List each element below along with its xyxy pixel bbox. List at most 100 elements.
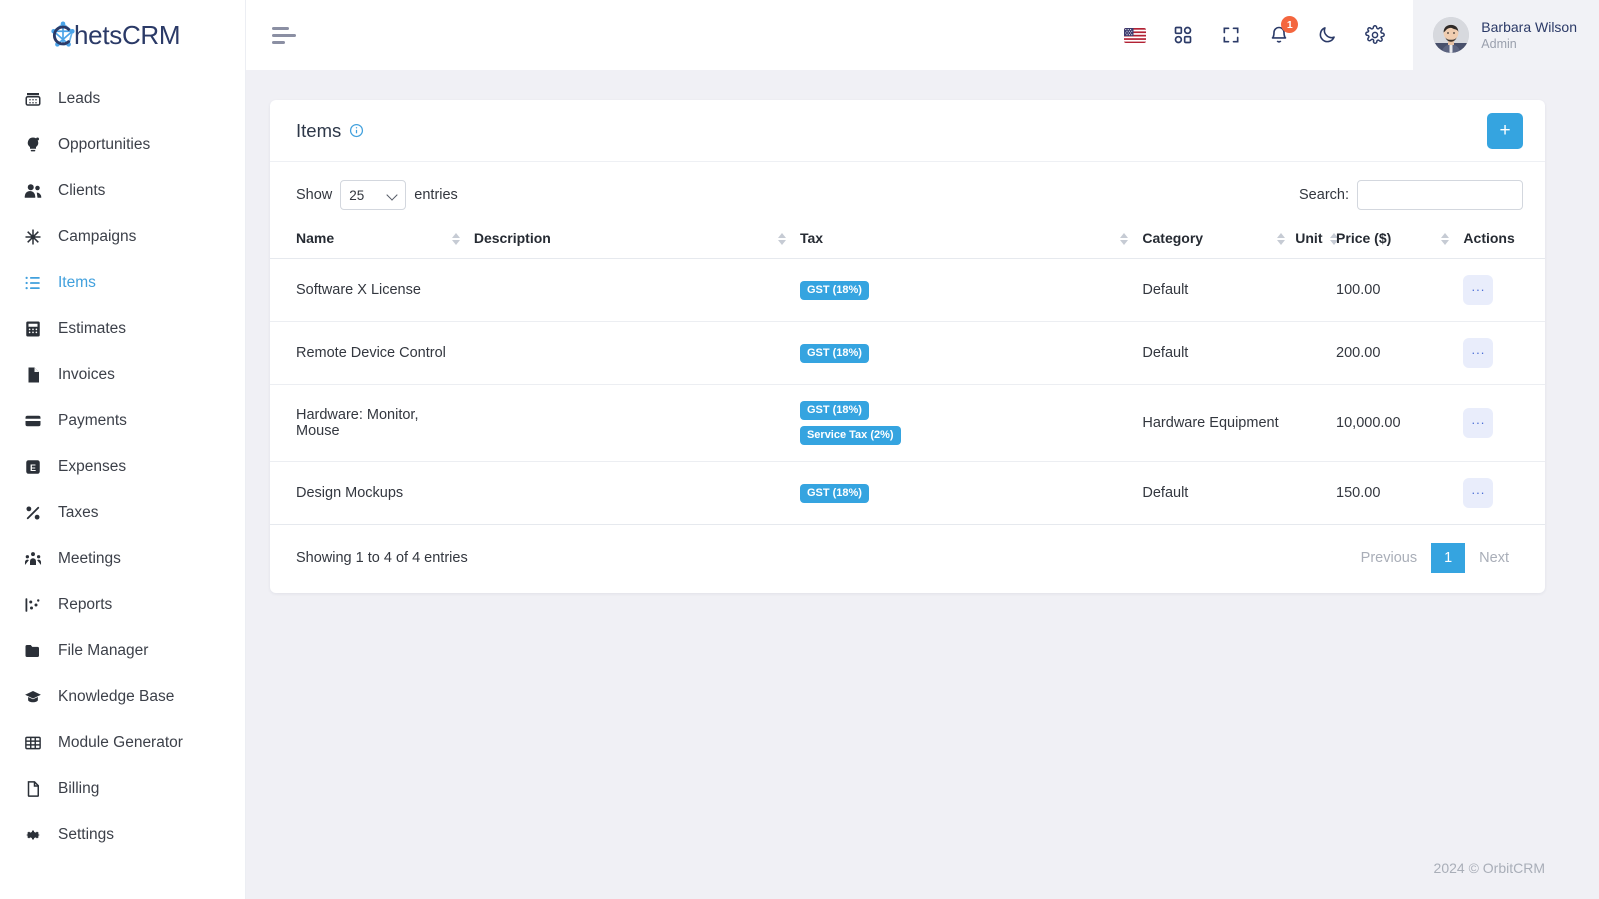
invoices-icon (24, 366, 42, 384)
sidebar-item-label: Module Generator (58, 734, 183, 751)
column-header-category[interactable]: Category (1142, 220, 1296, 259)
sidebar-item-label: Payments (58, 412, 127, 429)
cell-unit (1295, 461, 1337, 525)
cell-category: Default (1142, 461, 1296, 525)
tax-badge-group: GST (18%) Service Tax (2%) (799, 401, 1134, 445)
sidebar-nav: Leads Opportunities Clients Campaigns It… (0, 70, 245, 858)
payments-icon (24, 412, 42, 430)
sidebar-item-settings[interactable]: Settings (0, 812, 245, 858)
cell-unit (1295, 384, 1337, 462)
sidebar-item-estimates[interactable]: Estimates (0, 306, 245, 352)
svg-text:E: E (30, 463, 36, 473)
sidebar-item-label: Billing (58, 780, 100, 797)
cell-description (473, 321, 800, 385)
table-row[interactable]: Software X License GST (18%) Default 100… (270, 258, 1545, 322)
sort-toggle-price[interactable] (1441, 233, 1450, 245)
column-header-description[interactable]: Description (473, 220, 800, 259)
dark-mode-moon-icon[interactable] (1315, 23, 1339, 47)
sidebar-item-leads[interactable]: Leads (0, 76, 245, 122)
network-c-logo-icon (48, 20, 78, 50)
pagination-previous[interactable]: Previous (1347, 543, 1431, 573)
sidebar-item-invoices[interactable]: Invoices (0, 352, 245, 398)
sidebar-item-taxes[interactable]: Taxes (0, 490, 245, 536)
sidebar-item-payments[interactable]: Payments (0, 398, 245, 444)
column-header-name[interactable]: Name (270, 220, 474, 259)
tax-badge-group: GST (18%) (799, 483, 1134, 503)
entries-selector: Show 25 entries (296, 180, 458, 210)
cell-actions: ... (1463, 384, 1545, 462)
column-header-unit[interactable]: Unit (1295, 220, 1339, 259)
row-actions-button[interactable]: ... (1463, 478, 1494, 508)
sidebar-item-label: Meetings (58, 550, 121, 567)
sidebar-item-label: Expenses (58, 458, 127, 475)
items-icon (24, 274, 42, 292)
sidebar-item-meetings[interactable]: Meetings (0, 536, 245, 582)
settings-gear-icon[interactable] (1363, 23, 1387, 47)
cell-tax: GST (18%) (799, 461, 1143, 525)
sidebar-item-file-manager[interactable]: File Manager (0, 628, 245, 674)
sidebar-item-reports[interactable]: Reports (0, 582, 245, 628)
column-label: Actions (1463, 230, 1515, 246)
meetings-icon (24, 550, 42, 568)
avatar (1433, 17, 1470, 53)
cell-description (473, 258, 800, 322)
opportunities-icon (24, 136, 42, 154)
row-actions-button[interactable]: ... (1463, 338, 1494, 368)
column-header-tax[interactable]: Tax (799, 220, 1143, 259)
sidebar-item-items[interactable]: Items (0, 260, 245, 306)
expenses-icon: E (24, 458, 42, 476)
search-area: Search: (1299, 180, 1523, 210)
items-table: Name Description Tax Category Unit Price… (270, 220, 1545, 525)
row-actions-button[interactable]: ... (1463, 408, 1494, 438)
sidebar-item-billing[interactable]: Billing (0, 766, 245, 812)
sidebar-item-label: Items (58, 274, 96, 291)
sort-toggle-name[interactable] (451, 233, 460, 245)
sort-toggle-description[interactable] (777, 233, 786, 245)
cell-description (473, 461, 800, 525)
sidebar-item-campaigns[interactable]: Campaigns (0, 214, 245, 260)
sidebar-item-module-generator[interactable]: Module Generator (0, 720, 245, 766)
table-head: Name Description Tax Category Unit Price… (270, 220, 1545, 259)
topbar: 1 Barbara Wilson Admin (246, 0, 1599, 70)
column-label: Category (1142, 230, 1204, 246)
sidebar-item-knowledge-base[interactable]: Knowledge Base (0, 674, 245, 720)
page-size-select[interactable]: 25 (340, 180, 407, 210)
column-label: Tax (799, 230, 824, 246)
sidebar-item-opportunities[interactable]: Opportunities (0, 122, 245, 168)
pagination-next[interactable]: Next (1465, 543, 1523, 573)
info-circle-icon[interactable] (349, 123, 364, 138)
column-header-price[interactable]: Price ($) (1336, 220, 1464, 259)
us-flag-icon[interactable] (1123, 23, 1147, 47)
sidebar-item-expenses[interactable]: E Expenses (0, 444, 245, 490)
column-header-actions: Actions (1463, 220, 1545, 259)
cell-name: Hardware: Monitor, Mouse (270, 384, 474, 462)
user-profile-menu[interactable]: Barbara Wilson Admin (1413, 0, 1599, 70)
fullscreen-icon[interactable] (1219, 23, 1243, 47)
cell-actions: ... (1463, 321, 1545, 385)
entries-label: entries (414, 187, 458, 203)
table-row[interactable]: Design Mockups GST (18%) Default 150.00 (270, 461, 1545, 525)
notification-bell-icon[interactable]: 1 (1267, 16, 1299, 47)
table-header-row: Name Description Tax Category Unit Price… (270, 220, 1545, 259)
sort-toggle-tax[interactable] (1120, 233, 1129, 245)
table-toolbar: Show 25 entries Search: (270, 162, 1545, 220)
pagination-page-1[interactable]: 1 (1431, 543, 1466, 573)
cell-actions: ... (1463, 258, 1545, 322)
brand-logo[interactable]: hetsCRM (0, 0, 245, 70)
hamburger-menu-icon[interactable] (272, 26, 298, 44)
gear-icon (24, 826, 42, 844)
sidebar-item-label: Taxes (58, 504, 99, 521)
table-row[interactable]: Hardware: Monitor, Mouse GST (18%) Servi… (270, 384, 1545, 462)
apps-grid-icon[interactable] (1171, 23, 1195, 47)
sidebar-item-clients[interactable]: Clients (0, 168, 245, 214)
status-badge: GST (18%) (799, 401, 869, 420)
show-label: Show (296, 187, 333, 203)
sidebar: hetsCRM Leads Opportunities Clients Camp… (0, 0, 246, 899)
brand-name: hetsCRM (74, 19, 181, 50)
sidebar-item-label: Estimates (58, 320, 127, 337)
table-row[interactable]: Remote Device Control GST (18%) Default … (270, 321, 1545, 385)
sort-toggle-category[interactable] (1277, 233, 1286, 245)
row-actions-button[interactable]: ... (1463, 275, 1494, 305)
add-item-button[interactable]: + (1487, 112, 1523, 149)
search-input[interactable] (1357, 180, 1523, 210)
